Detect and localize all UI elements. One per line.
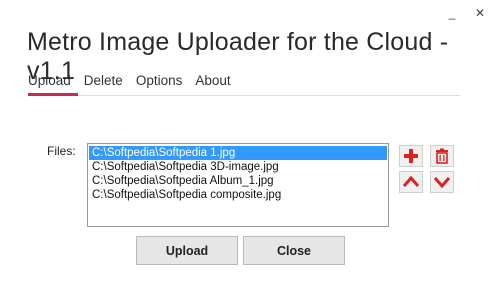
upload-button[interactable]: Upload	[136, 236, 238, 265]
window-controls: _ ✕	[445, 6, 487, 20]
chevron-down-icon	[433, 177, 451, 189]
add-file-button[interactable]	[399, 145, 423, 167]
file-list-item[interactable]: C:\Softpedia\Softpedia 1.jpg	[89, 146, 387, 160]
tab-bar: Upload Delete Options About	[28, 73, 231, 93]
active-tab-indicator	[28, 93, 78, 96]
tab-divider	[28, 95, 460, 96]
move-up-button[interactable]	[399, 171, 423, 193]
close-button[interactable]: Close	[243, 236, 345, 265]
minimize-button[interactable]: _	[445, 6, 459, 20]
close-window-button[interactable]: ✕	[473, 6, 487, 20]
move-down-button[interactable]	[430, 171, 454, 193]
plus-icon	[404, 149, 418, 163]
tab-options[interactable]: Options	[136, 73, 183, 93]
file-list-item[interactable]: C:\Softpedia\Softpedia 3D-image.jpg	[89, 160, 387, 174]
file-list-item[interactable]: C:\Softpedia\Softpedia composite.jpg	[89, 188, 387, 202]
files-label: Files:	[47, 144, 76, 158]
tab-about[interactable]: About	[195, 73, 230, 93]
tab-delete[interactable]: Delete	[84, 73, 123, 93]
remove-file-button[interactable]	[430, 145, 454, 167]
file-list-item[interactable]: C:\Softpedia\Softpedia Album_1.jpg	[89, 174, 387, 188]
tab-upload[interactable]: Upload	[28, 73, 71, 93]
files-listbox[interactable]: C:\Softpedia\Softpedia 1.jpg C:\Softpedi…	[87, 143, 389, 227]
chevron-up-icon	[402, 175, 420, 187]
trash-icon	[436, 148, 448, 164]
